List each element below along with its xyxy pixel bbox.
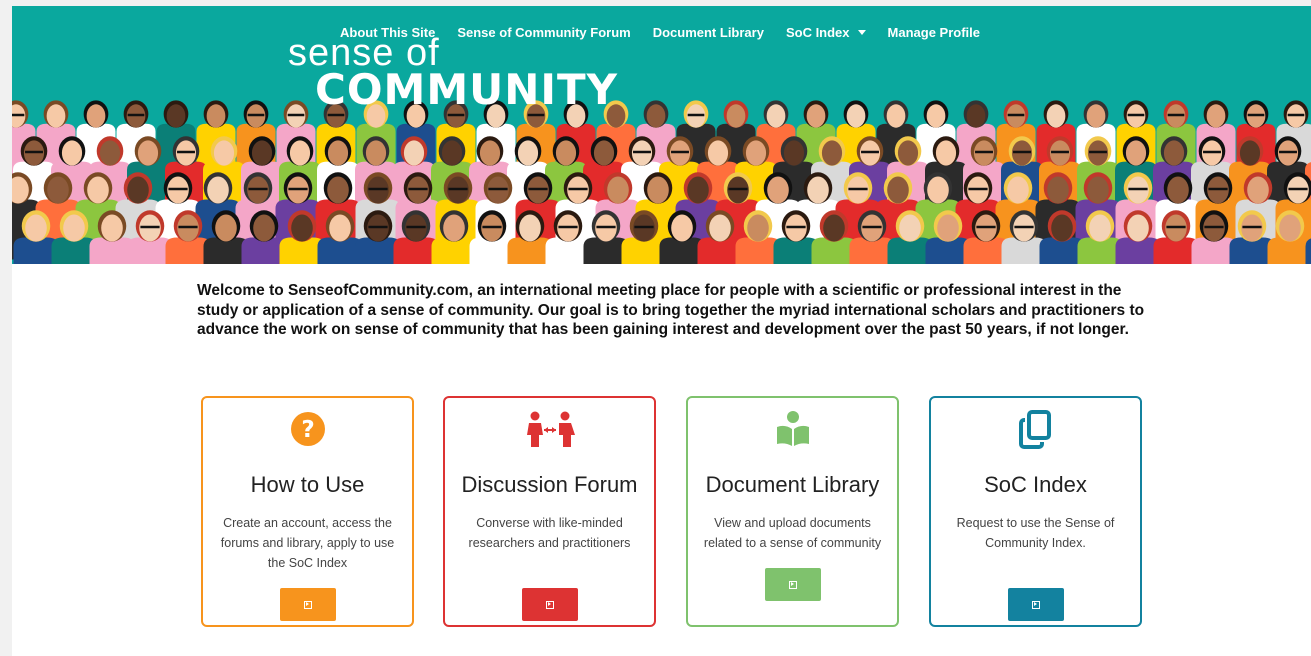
how-to-use-button[interactable]	[279, 588, 336, 621]
page: sense of COMMUNITY About This Site Sense…	[12, 6, 1311, 656]
nav-library[interactable]: Document Library	[653, 25, 764, 40]
nav-soc-index-label: SoC Index	[785, 25, 850, 40]
card-title: SoC Index	[984, 472, 1087, 497]
card-title: Discussion Forum	[461, 472, 638, 497]
document-library-button[interactable]	[764, 568, 821, 601]
nav-about-label: About This Site	[340, 25, 436, 40]
soc-index-button[interactable]	[1007, 588, 1064, 621]
svg-text:?: ?	[301, 417, 314, 443]
card-document-library: Document Library View and upload documen…	[686, 396, 899, 627]
nav-manage-profile[interactable]: Manage Profile	[888, 25, 980, 40]
people-exchange-icon	[445, 410, 654, 447]
site-logo[interactable]: sense of COMMUNITY	[288, 34, 619, 114]
card-description: Request to use the Sense of Community In…	[956, 516, 1115, 550]
reader-book-icon	[688, 410, 897, 446]
crowd-illustration	[12, 100, 1311, 264]
hero-banner: sense of COMMUNITY About This Site Sense…	[12, 6, 1311, 264]
nav-library-label: Document Library	[652, 25, 764, 40]
card-description: Create an account, access the forums and…	[220, 516, 395, 570]
card-discussion-forum: Discussion Forum Converse with like-mind…	[443, 396, 656, 627]
copy-documents-icon	[931, 410, 1140, 449]
discussion-forum-button[interactable]	[521, 588, 578, 621]
play-square-icon	[1031, 600, 1040, 609]
chevron-down-icon	[857, 30, 866, 35]
play-square-icon	[788, 580, 797, 589]
main-nav: About This Site Sense of Community Forum…	[340, 25, 1002, 40]
nav-forum[interactable]: Sense of Community Forum	[457, 25, 630, 40]
nav-forum-label: Sense of Community Forum	[457, 25, 631, 40]
nav-manage-profile-label: Manage Profile	[887, 25, 980, 40]
intro-text: Welcome to SenseofCommunity.com, an inte…	[197, 282, 1145, 338]
card-title: How to Use	[250, 472, 365, 497]
play-square-icon	[303, 600, 312, 609]
nav-soc-index[interactable]: SoC Index	[786, 25, 866, 40]
card-title: Document Library	[705, 472, 880, 497]
card-description: View and upload documents related to a s…	[703, 516, 882, 550]
logo-line-2: COMMUNITY	[315, 65, 619, 114]
card-description: Converse with like-minded researchers an…	[468, 516, 631, 550]
play-square-icon	[545, 600, 554, 609]
card-soc-index: SoC Index Request to use the Sense of Co…	[929, 396, 1142, 627]
nav-about[interactable]: About This Site	[340, 25, 435, 40]
card-how-to-use: ? How to Use Create an account, access t…	[201, 396, 414, 627]
question-circle-icon: ?	[203, 410, 412, 446]
